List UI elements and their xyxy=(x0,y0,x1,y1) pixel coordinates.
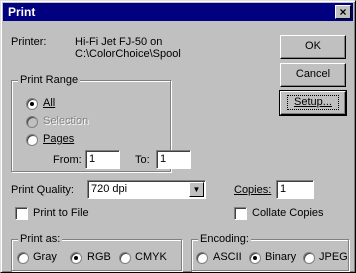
printer-path: C:\ColorChoice\Spool xyxy=(75,48,181,60)
printer-label: Printer: xyxy=(11,36,47,48)
rgb-label[interactable]: RGB xyxy=(87,251,111,264)
range-selection-label: Selection xyxy=(43,115,89,127)
jpeg-label[interactable]: JPEG xyxy=(319,251,348,264)
cmyk-radio[interactable] xyxy=(119,252,131,264)
cancel-button-label: Cancel xyxy=(295,68,331,80)
to-input[interactable]: 1 xyxy=(156,150,191,169)
print-as-title: Print as: xyxy=(18,233,63,246)
cmyk-label[interactable]: CMYK xyxy=(135,251,167,264)
gray-label[interactable]: Gray xyxy=(33,251,57,264)
ascii-label[interactable]: ASCII xyxy=(213,251,242,264)
collate-copies-checkbox[interactable] xyxy=(234,207,247,220)
ok-button-label: OK xyxy=(305,40,321,52)
range-all-label[interactable]: All xyxy=(43,97,55,110)
setup-button-label: Setup... xyxy=(287,95,339,110)
ascii-radio[interactable] xyxy=(196,252,208,264)
jpeg-radio[interactable] xyxy=(303,252,315,264)
print-to-file-checkbox[interactable] xyxy=(15,207,28,220)
range-pages-radio[interactable] xyxy=(26,134,38,146)
print-quality-select[interactable]: 720 dpi ▼ xyxy=(87,180,206,199)
rgb-radio[interactable] xyxy=(70,252,82,264)
close-icon[interactable]: × xyxy=(335,5,351,19)
range-pages-label[interactable]: Pages xyxy=(43,133,74,146)
print-dialog: Print × Printer: Hi-Fi Jet FJ-50 on C:\C… xyxy=(0,0,356,273)
title-bar: Print × xyxy=(3,3,353,21)
binary-radio[interactable] xyxy=(249,252,261,264)
to-label: To: xyxy=(135,154,150,166)
encoding-title: Encoding: xyxy=(198,233,251,246)
cancel-button[interactable]: Cancel xyxy=(280,63,346,87)
print-quality-value: 720 dpi xyxy=(91,183,128,195)
print-quality-label: Print Quality: xyxy=(11,184,74,196)
print-to-file-label[interactable]: Print to File xyxy=(33,207,89,220)
copies-label: Copies: xyxy=(234,184,272,196)
setup-button[interactable]: Setup... xyxy=(279,90,347,116)
print-range-title: Print Range xyxy=(18,74,81,87)
gray-radio[interactable] xyxy=(17,252,29,264)
range-all-radio[interactable] xyxy=(26,98,38,110)
from-input[interactable]: 1 xyxy=(85,150,120,169)
range-selection-radio xyxy=(26,116,38,128)
binary-label[interactable]: Binary xyxy=(265,251,296,264)
collate-copies-label[interactable]: Collate Copies xyxy=(252,207,324,220)
copies-input[interactable]: 1 xyxy=(276,180,314,199)
from-label: From: xyxy=(53,154,82,166)
ok-button[interactable]: OK xyxy=(280,35,346,59)
window-title: Print xyxy=(8,5,36,19)
chevron-down-icon[interactable]: ▼ xyxy=(189,182,204,197)
